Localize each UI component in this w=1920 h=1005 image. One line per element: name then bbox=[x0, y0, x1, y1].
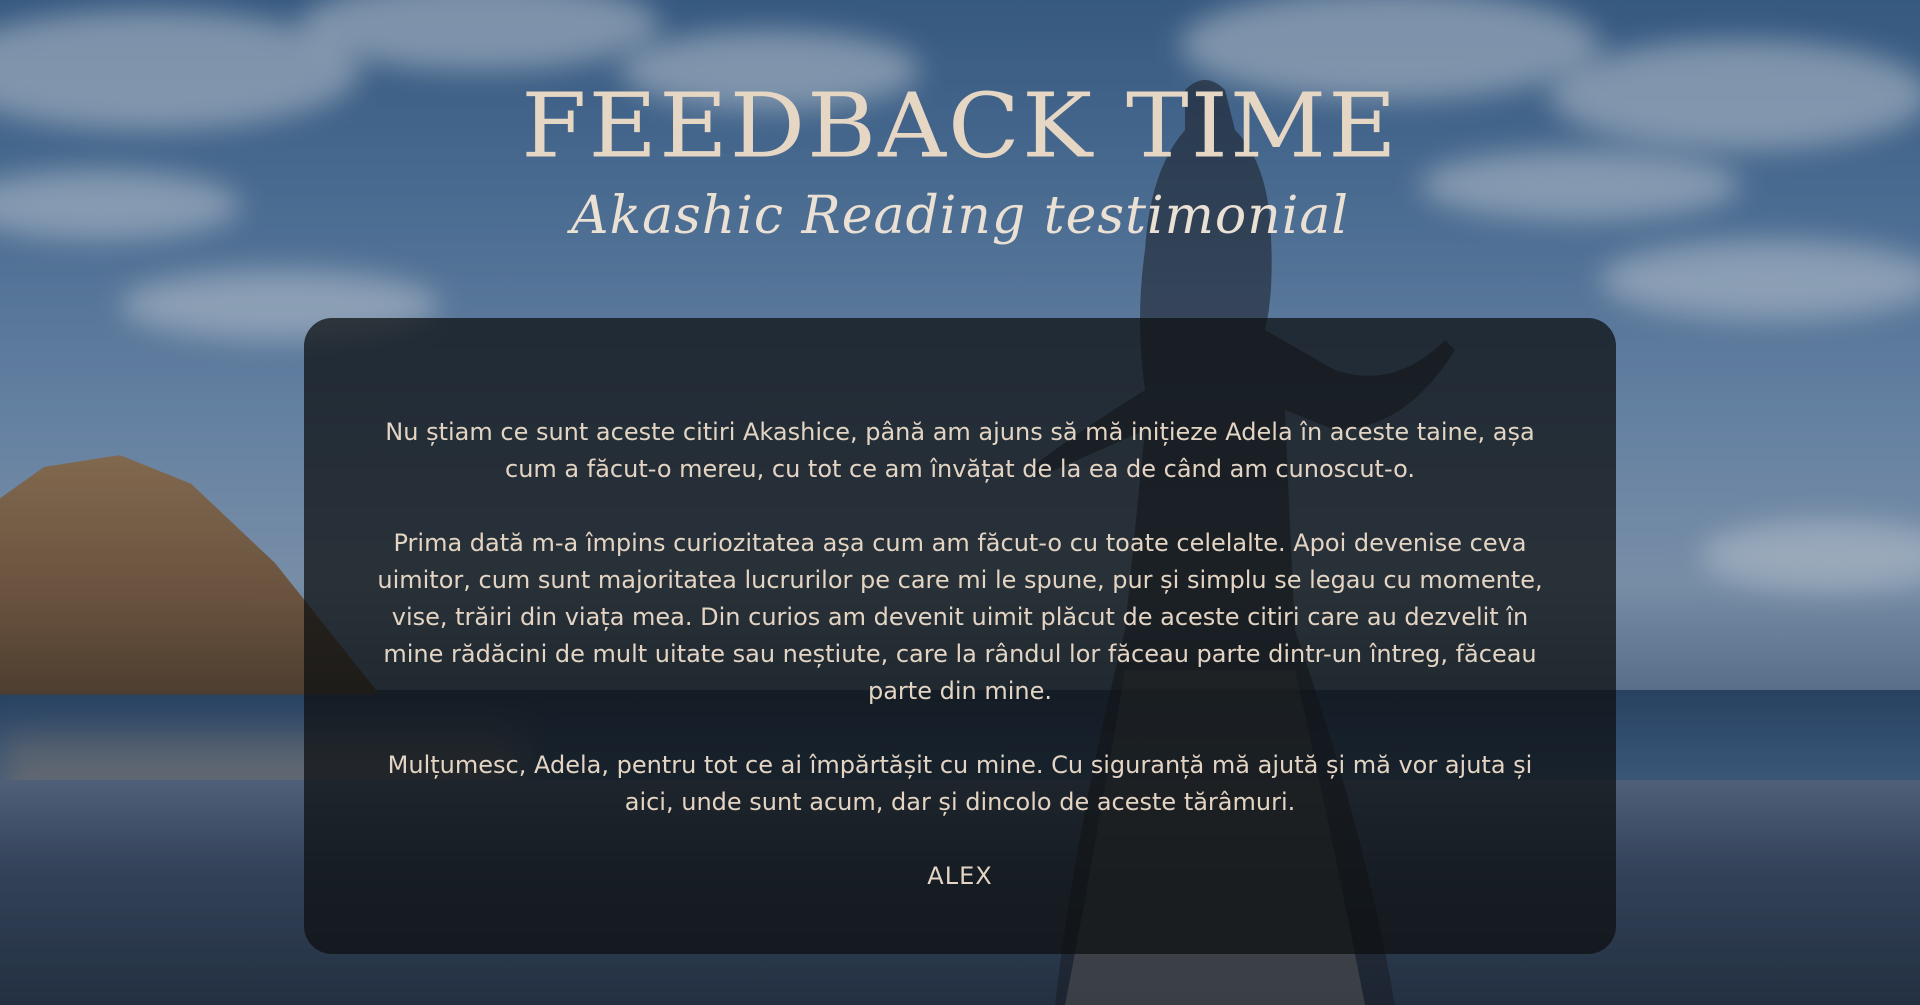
page-subtitle: Akashic Reading testimonial bbox=[571, 186, 1349, 246]
page-title: FEEDBACK TIME bbox=[521, 74, 1399, 179]
testimonial-author: ALEX bbox=[927, 862, 993, 890]
testimonial-paragraph: Mulțumesc, Adela, pentru tot ce ai împăr… bbox=[387, 751, 1533, 816]
testimonial-paragraph: Prima dată m-a împins curiozitatea așa c… bbox=[377, 529, 1543, 705]
testimonial-paragraph: Nu știam ce sunt aceste citiri Akashice,… bbox=[385, 418, 1535, 483]
testimonial-card: Nu știam ce sunt aceste citiri Akashice,… bbox=[304, 318, 1616, 954]
